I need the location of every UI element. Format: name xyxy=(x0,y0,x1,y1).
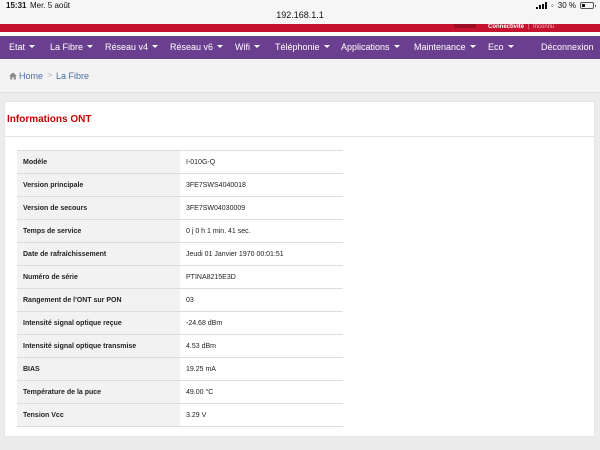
row-value: 3FE7SW04030009 xyxy=(180,196,343,220)
connectivity-label: Connectivité xyxy=(488,24,525,30)
brand-bar: Connectivité | Inconnu xyxy=(0,24,600,36)
chevron-down-icon xyxy=(323,45,330,48)
table-row: Temps de service 0 j 0 h 1 min. 41 sec. xyxy=(17,219,343,243)
chevron-down-icon xyxy=(254,45,260,48)
main-nav: Etat La Fibre Réseau v4 Réseau v6 Wifi T… xyxy=(0,36,600,59)
url-text[interactable]: 192.168.1.1 xyxy=(276,10,324,20)
table-row: Tension Vcc 3.29 V xyxy=(17,403,343,427)
table-row: Version principale 3FE7SWS4040018 xyxy=(17,173,343,197)
logout-link[interactable]: Déconnexion xyxy=(541,42,594,52)
row-key: BIAS xyxy=(17,357,180,381)
nav-item-maintenance[interactable]: Maintenance xyxy=(414,42,476,52)
battery-icon xyxy=(580,2,596,9)
chevron-down-icon xyxy=(152,45,159,48)
nav-item-label: La Fibre xyxy=(50,42,84,52)
row-value: PTINA8215E3D xyxy=(180,265,343,289)
row-key: Rangement de l'ONT sur PON xyxy=(17,288,180,312)
nav-item-reseau-v6[interactable]: Réseau v6 xyxy=(170,42,224,52)
row-value: -24.68 dBm xyxy=(180,311,343,335)
row-value: 0 j 0 h 1 min. 41 sec. xyxy=(180,219,343,243)
nav-item-eco[interactable]: Eco xyxy=(488,42,514,52)
row-value: Jeudi 01 Janvier 1970 00:01:51 xyxy=(180,242,343,266)
connectivity-value: Inconnu xyxy=(533,24,555,30)
nav-item-label: Eco xyxy=(488,42,504,52)
chevron-down-icon xyxy=(393,45,400,48)
row-value: 3FE7SWS4040018 xyxy=(180,173,343,197)
breadcrumb-home-link[interactable]: Home xyxy=(19,71,43,81)
row-key: Numéro de série xyxy=(17,265,180,289)
table-row: Température de la puce 49.00 °C xyxy=(17,380,343,404)
nav-item-label: Etat xyxy=(9,42,26,52)
nav-item-label: Wifi xyxy=(235,42,250,52)
chevron-down-icon xyxy=(469,45,476,48)
nav-item-label: Téléphonie xyxy=(275,42,320,52)
home-icon xyxy=(9,72,17,80)
row-value: 3.29 V xyxy=(180,403,343,427)
table-row: Intensité signal optique transmise 4.53 d… xyxy=(17,334,343,358)
row-key: Température de la puce xyxy=(17,380,180,404)
brand-strip-left xyxy=(0,24,18,32)
breadcrumb-current-link[interactable]: La Fibre xyxy=(56,71,89,81)
status-time: 15:31 xyxy=(6,1,27,10)
battery-percent: 30 % xyxy=(557,1,576,10)
nav-item-label: Réseau v4 xyxy=(105,42,149,52)
breadcrumb-separator: > xyxy=(47,70,53,80)
nav-item-la-fibre[interactable]: La Fibre xyxy=(50,42,94,52)
url-bar[interactable]: 192.168.1.1 xyxy=(0,11,600,24)
row-value: 19.25 mA xyxy=(180,357,343,381)
row-key: Version principale xyxy=(17,173,180,197)
table-row: Version de secours 3FE7SW04030009 xyxy=(17,196,343,220)
chevron-down-icon xyxy=(217,45,224,48)
status-indicators: ◦ 30 % xyxy=(535,0,596,10)
row-key: Modèle xyxy=(17,150,180,174)
table-row: BIAS 19.25 mA xyxy=(17,357,343,381)
signal-icon xyxy=(535,2,547,9)
nav-item-telephonie[interactable]: Téléphonie xyxy=(275,42,330,52)
row-value: 03 xyxy=(180,288,343,312)
nav-item-label: Applications xyxy=(341,42,390,52)
table-row: Intensité signal optique reçue -24.68 dBm xyxy=(17,311,343,335)
ont-info-table: Modèle I-010G-Q Version principale 3FE7SWS… xyxy=(17,150,343,427)
nav-item-reseau-v4[interactable]: Réseau v4 xyxy=(105,42,159,52)
row-key: Date de rafraîchissement xyxy=(17,242,180,266)
chevron-down-icon xyxy=(507,45,514,48)
section-title: Informations ONT xyxy=(7,114,92,125)
nav-item-applications[interactable]: Applications xyxy=(341,42,400,52)
row-key: Intensité signal optique reçue xyxy=(17,311,180,335)
row-key: Temps de service xyxy=(17,219,180,243)
table-row: Date de rafraîchissement Jeudi 01 Janvier… xyxy=(17,242,343,266)
row-key: Tension Vcc xyxy=(17,403,180,427)
wifi-icon: ◦ xyxy=(550,0,554,10)
chevron-down-icon xyxy=(87,45,94,48)
brand-tab xyxy=(454,24,476,28)
table-row: Modèle I-010G-Q xyxy=(17,150,343,174)
nav-item-label: Réseau v6 xyxy=(170,42,214,52)
connectivity-separator: | xyxy=(528,24,530,30)
nav-item-label: Maintenance xyxy=(414,42,466,52)
status-date: Mer. 5 août xyxy=(30,1,71,10)
row-value: I-010G-Q xyxy=(180,150,343,174)
row-value: 4.53 dBm xyxy=(180,334,343,358)
row-value: 49.00 °C xyxy=(180,380,343,404)
ont-info-panel: Informations ONT Modèle I-010G-Q Version … xyxy=(4,101,595,437)
battery-level xyxy=(582,4,585,7)
nav-item-wifi[interactable]: Wifi xyxy=(235,42,260,52)
table-row: Rangement de l'ONT sur PON 03 xyxy=(17,288,343,312)
section-divider xyxy=(5,136,594,137)
breadcrumb: Home > La Fibre xyxy=(0,59,600,93)
row-key: Intensité signal optique transmise xyxy=(17,334,180,358)
row-key: Version de secours xyxy=(17,196,180,220)
table-row: Numéro de série PTINA8215E3D xyxy=(17,265,343,289)
nav-item-etat[interactable]: Etat xyxy=(9,42,36,52)
chevron-down-icon xyxy=(29,45,36,48)
